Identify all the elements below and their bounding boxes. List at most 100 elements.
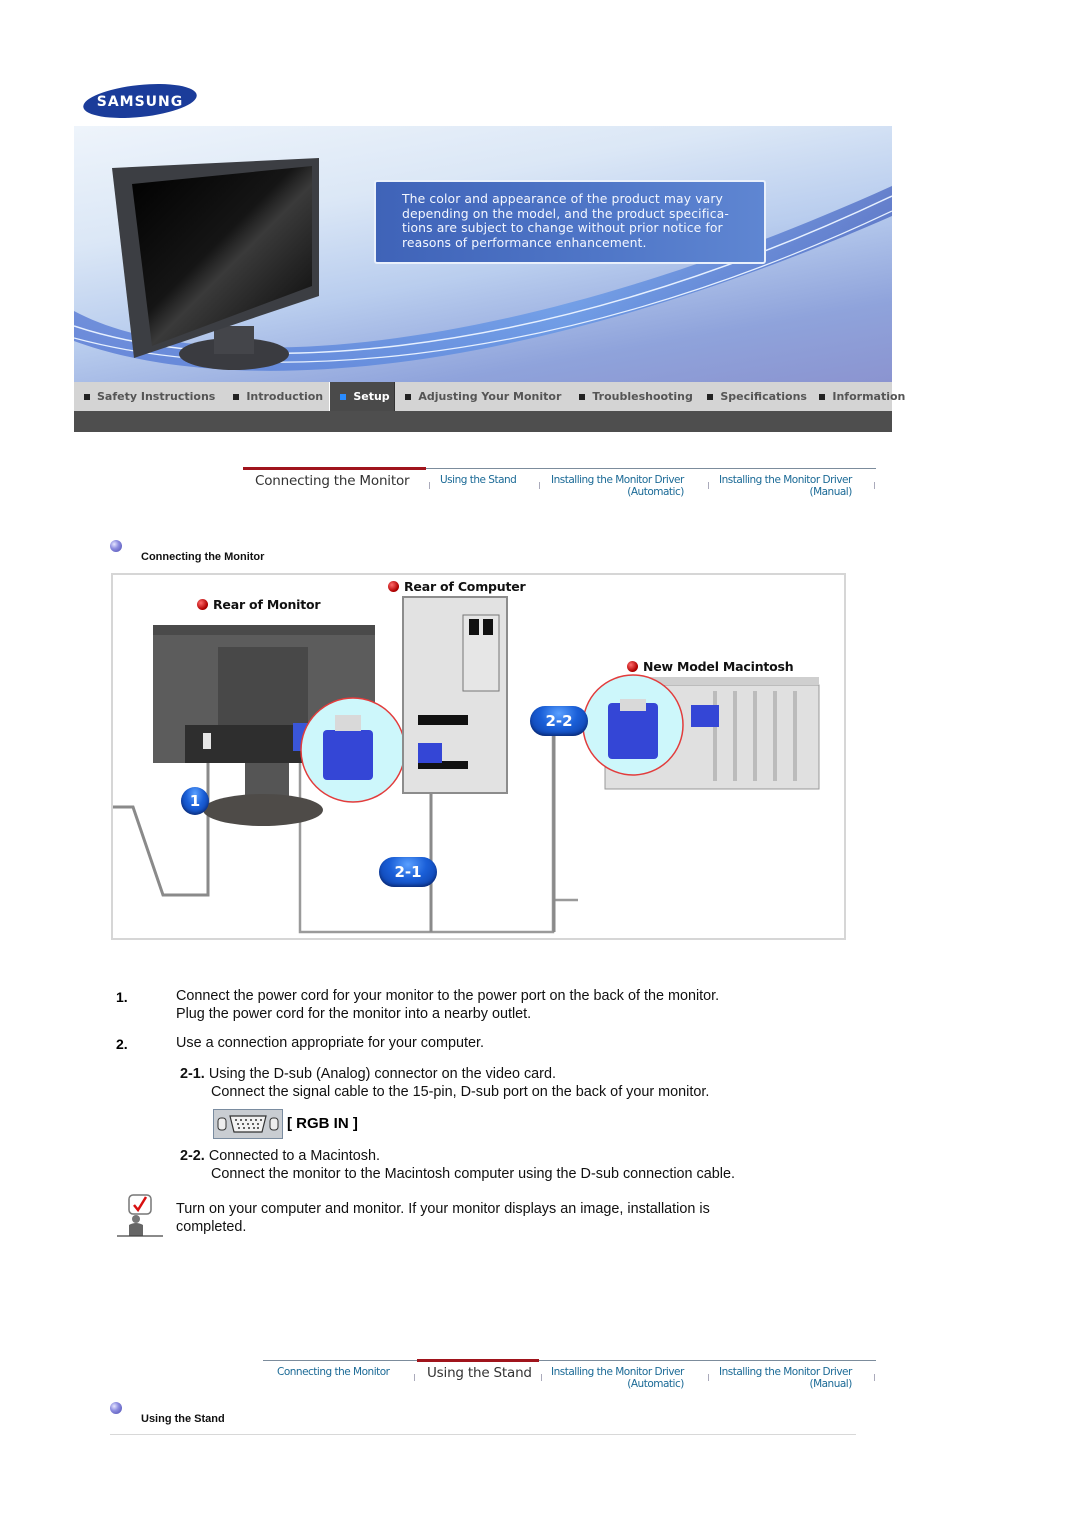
connection-diagram: Rear of Monitor Rear of Computer New Mod… — [111, 573, 846, 940]
label-rear-of-computer: Rear of Computer — [388, 579, 526, 594]
monitor-stand-base — [203, 794, 323, 826]
notice-line: tions are subject to change without prio… — [402, 220, 723, 236]
substep-2-2-detail: Connect the monitor to the Macintosh com… — [211, 1166, 735, 1182]
subnav-driver-manual[interactable]: Installing the Monitor Driver (Manual) — [719, 474, 852, 498]
main-nav: Safety Instructions Introduction Setup A… — [74, 382, 905, 411]
power-plug — [203, 733, 211, 749]
nav-information[interactable]: Information — [809, 382, 913, 411]
label-text: Rear of Computer — [404, 579, 526, 594]
subnav-driver-automatic[interactable]: Installing the Monitor Driver (Automatic) — [551, 1366, 684, 1390]
label-new-model-macintosh: New Model Macintosh — [627, 659, 794, 674]
sub-nav-top: Connecting the Monitor Using the Stand I… — [243, 467, 876, 507]
label-text: New Model Macintosh — [643, 659, 794, 674]
bullet-square-icon — [405, 393, 412, 400]
subnav-label: Installing the Monitor Driver — [719, 474, 852, 486]
step-number: 1. — [116, 989, 128, 1005]
bullet-orb-icon — [110, 1402, 122, 1414]
hero-banner: The color and appearance of the product … — [74, 126, 892, 382]
red-dot-icon — [197, 599, 208, 610]
separator — [414, 1374, 415, 1381]
bullet-square-icon — [233, 393, 240, 400]
subnav-connecting-the-monitor[interactable]: Connecting the Monitor — [277, 1366, 390, 1378]
subnav-driver-automatic[interactable]: Installing the Monitor Driver (Automatic) — [551, 474, 684, 498]
red-dot-icon — [627, 661, 638, 672]
red-dot-icon — [388, 581, 399, 592]
section-title: Connecting the Monitor — [141, 551, 265, 563]
notice-line: reasons of performance enhancement. — [402, 234, 647, 250]
substep-2-1-detail: Connect the signal cable to the 15-pin, … — [211, 1084, 710, 1100]
monitor-stand-neck — [214, 326, 254, 354]
nav-introduction[interactable]: Introduction — [223, 382, 329, 411]
separator — [429, 482, 430, 489]
monitor-screen — [132, 166, 312, 346]
subnav-driver-manual[interactable]: Installing the Monitor Driver (Manual) — [719, 1366, 852, 1390]
step-2-line-1: Use a connection appropriate for your co… — [176, 1035, 484, 1051]
step-number: 2. — [116, 1036, 128, 1052]
nav-adjusting-your-monitor[interactable]: Adjusting Your Monitor — [395, 382, 569, 411]
divider — [110, 1434, 856, 1435]
current-tab-indicator — [417, 1359, 539, 1362]
subnav-label: Installing the Monitor Driver — [719, 1366, 852, 1378]
nav-label: Setup — [353, 390, 390, 403]
nav-label: Specifications — [720, 390, 807, 403]
bullet-orb-icon — [110, 540, 122, 552]
subnav-label-line2: (Automatic) — [627, 486, 684, 498]
diagram-artwork — [113, 596, 820, 934]
sub-nav-bottom: Connecting the Monitor Using the Stand I… — [263, 1359, 876, 1399]
checkmark-note-icon — [117, 1194, 163, 1238]
subnav-label-line2: (Manual) — [809, 486, 852, 498]
step-1-line-1: Connect the power cord for your monitor … — [176, 988, 720, 1004]
label-text: Rear of Monitor — [213, 597, 321, 612]
subnav-label: Using the Stand — [427, 1365, 532, 1381]
bullet-square-icon — [84, 393, 90, 400]
nav-label: Troubleshooting — [592, 390, 693, 403]
label-rear-of-monitor: Rear of Monitor — [197, 597, 321, 612]
monitor-rear-mount — [218, 647, 308, 735]
subnav-label-line2: (Automatic) — [627, 1378, 684, 1390]
subnav-using-the-stand[interactable]: Using the Stand — [440, 474, 517, 486]
dsub-connector-zoom — [323, 730, 373, 780]
nav-safety-instructions[interactable]: Safety Instructions — [74, 382, 223, 411]
nav-specifications[interactable]: Specifications — [697, 382, 809, 411]
separator — [708, 1374, 709, 1381]
substep-text: Connected to a Macintosh. — [208, 1148, 381, 1164]
subnav-label: Connecting the Monitor — [277, 1366, 390, 1378]
bullet-square-icon — [707, 393, 714, 400]
bullet-square-icon — [340, 393, 347, 400]
separator — [708, 482, 709, 489]
badge-step-2-2: 2-2 — [530, 706, 588, 736]
notice-box: The color and appearance of the product … — [374, 180, 766, 264]
note-line-1: Turn on your computer and monitor. If yo… — [176, 1201, 710, 1217]
substep-number: 2-2. — [180, 1148, 205, 1164]
rgb-in-label: [ RGB IN ] — [287, 1115, 358, 1132]
separator — [541, 1374, 542, 1381]
subnav-label: Installing the Monitor Driver — [551, 1366, 684, 1378]
subnav-using-the-stand[interactable]: Using the Stand — [427, 1365, 532, 1381]
section-title: Using the Stand — [141, 1413, 225, 1425]
separator — [874, 1374, 875, 1381]
dsub-connector-zoom — [608, 703, 658, 759]
subnav-connecting-the-monitor[interactable]: Connecting the Monitor — [255, 473, 410, 489]
nav-troubleshooting[interactable]: Troubleshooting — [569, 382, 697, 411]
samsung-logo[interactable]: SAMSUNG — [82, 82, 198, 120]
nav-label: Adjusting Your Monitor — [418, 390, 562, 403]
nav-label: Safety Instructions — [97, 390, 216, 403]
bullet-square-icon — [819, 393, 826, 400]
computer-dsub-plug — [418, 743, 442, 763]
subnav-label: Connecting the Monitor — [255, 473, 410, 489]
separator — [874, 482, 875, 489]
notice-line: depending on the model, and the product … — [402, 205, 729, 221]
subnav-label: Using the Stand — [440, 474, 517, 486]
subnav-label: Installing the Monitor Driver — [551, 474, 684, 486]
current-tab-indicator — [243, 467, 426, 470]
note-line-2: completed. — [176, 1219, 247, 1235]
nav-setup[interactable]: Setup — [329, 382, 396, 411]
computer-vent — [462, 614, 500, 692]
bullet-square-icon — [579, 393, 586, 400]
mac-dsub-plug — [691, 705, 719, 727]
monitor-rear-vent — [153, 625, 375, 635]
nav-label: Information — [832, 390, 906, 403]
substep-2-2-title: 2-2. Connected to a Macintosh. — [180, 1147, 380, 1165]
rgb-in-port-icon — [213, 1109, 283, 1139]
nav-label: Introduction — [246, 390, 324, 403]
